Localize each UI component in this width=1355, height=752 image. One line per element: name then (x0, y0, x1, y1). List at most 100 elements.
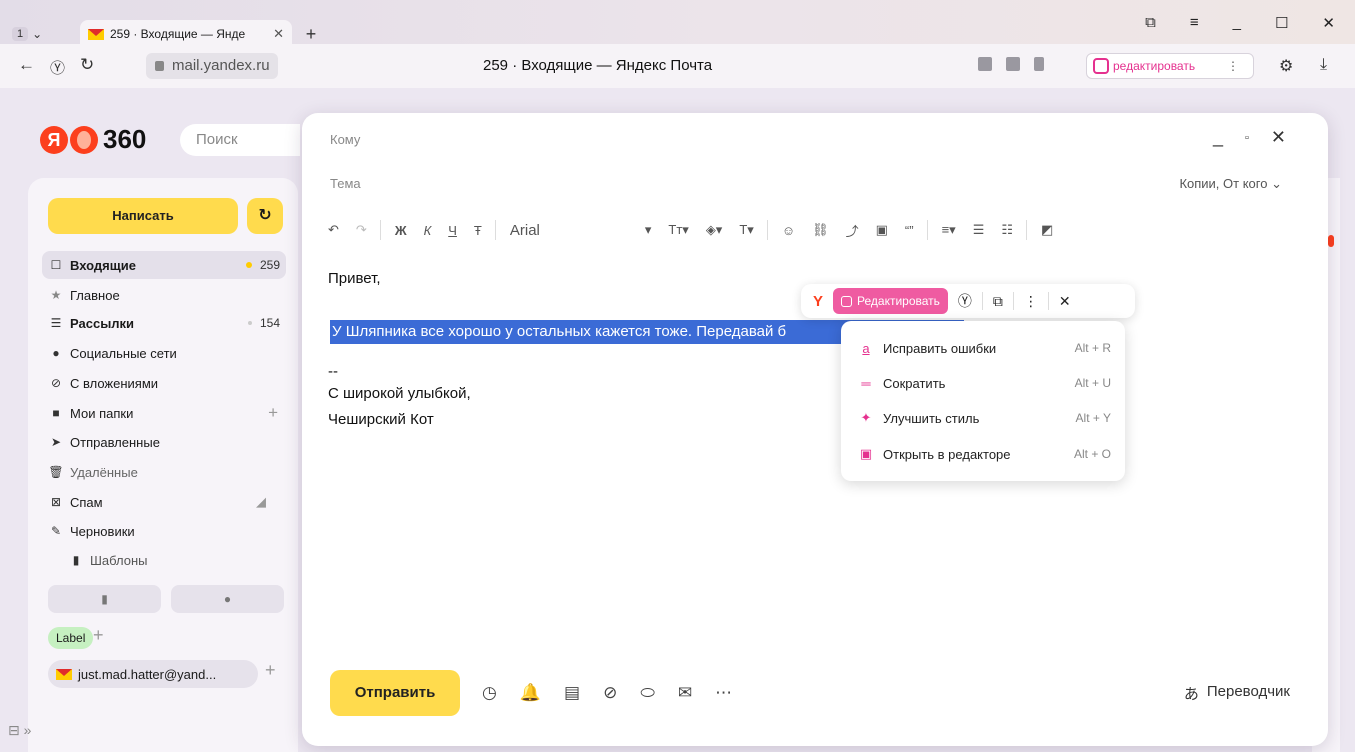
signature-dashes: -- (328, 363, 338, 380)
new-tab-button[interactable]: + (301, 25, 321, 45)
subject-field[interactable]: Тема (330, 176, 361, 191)
strikethrough-icon[interactable]: Ŧ (474, 223, 482, 238)
add-label-icon[interactable]: + (93, 625, 104, 646)
extensions-icon[interactable]: ⚙ (1279, 56, 1293, 76)
unread-count: 154 (259, 316, 280, 330)
yandex-circle-icon[interactable]: Ⓨ (958, 291, 972, 311)
sidebar-item-sent[interactable]: ➤ Отправленные (42, 428, 286, 456)
more-icon[interactable]: ⋮ (1227, 59, 1239, 73)
clock-icon[interactable]: ◷ (482, 683, 497, 703)
more-icon[interactable]: ⋮ (1024, 293, 1038, 310)
fill-color-icon[interactable]: ◈▾ (706, 222, 723, 238)
clear-format-icon[interactable]: ◩ (1041, 222, 1053, 238)
expand-icon[interactable]: ▫ (1245, 132, 1249, 144)
account-switcher[interactable]: just.mad.hatter@yand... (48, 660, 258, 688)
to-field[interactable]: Кому (330, 132, 360, 147)
underline-icon[interactable]: Ч (448, 223, 457, 238)
unread-dot (245, 262, 252, 268)
sidebar-item-inbox[interactable]: ☐ Входящие 259 (42, 251, 286, 279)
menu-item-fix-errors[interactable]: a Исправить ошибки Alt + R (859, 337, 1111, 359)
url-field[interactable]: mail.yandex.ru (146, 53, 278, 79)
close-icon[interactable]: ✕ (1059, 293, 1071, 310)
font-size-icon[interactable]: Tт▾ (668, 222, 688, 238)
more-icon[interactable]: ⋯ (715, 683, 732, 703)
sidebar-item-drafts[interactable]: ✎ Черновики (42, 517, 286, 545)
edit-button[interactable]: Редактировать (833, 288, 948, 314)
copy-icon[interactable]: ⧉ (993, 293, 1003, 310)
bookmark-filter-button[interactable]: ▮ (48, 585, 161, 613)
sidebar-item-newsletters[interactable]: ☰ Рассылки 154 (42, 309, 286, 337)
align-icon[interactable]: ≡▾ (942, 222, 956, 238)
refresh-button[interactable]: ↻ (247, 198, 283, 234)
menu-item-open-editor[interactable]: ▣ Открыть в редакторе Alt + O (859, 443, 1111, 465)
menu-item-shorten[interactable]: ═ Сократить Alt + U (859, 372, 1111, 394)
menu-item-improve-style[interactable]: ✦ Улучшить стиль Alt + Y (859, 407, 1111, 429)
tab-counter[interactable]: 1 ⌄ (12, 23, 42, 45)
sidebar-item-attachments[interactable]: ⊘ С вложениями (42, 369, 286, 397)
clean-spam-icon[interactable]: ◢ (256, 494, 266, 510)
close-tab-icon[interactable]: ✕ (273, 26, 284, 42)
folder-icon: ■ (52, 406, 60, 420)
bell-icon[interactable]: 🔔 (520, 683, 541, 703)
add-folder-icon[interactable]: + (268, 403, 278, 423)
yandex-360-logo[interactable]: Я 360 (40, 124, 146, 155)
bookmark-icon[interactable] (1034, 57, 1044, 71)
envelope-icon[interactable]: ✉ (678, 683, 692, 703)
link-icon[interactable]: ⛓ (812, 222, 829, 238)
chat-icon[interactable] (1006, 57, 1020, 71)
italic-icon[interactable]: К (424, 223, 432, 238)
compose-button[interactable]: Написать (48, 198, 238, 234)
sidebar-item-trash[interactable]: 🗑 Удалённые (42, 458, 286, 486)
sidebar-item-social[interactable]: ● Социальные сети (42, 339, 286, 367)
add-account-icon[interactable]: + (265, 660, 276, 681)
numbered-list-icon[interactable]: ☷ (1001, 222, 1013, 238)
bold-icon[interactable]: Ж (395, 223, 407, 238)
disk-attach-icon[interactable]: ⬭ (640, 683, 655, 703)
attach-icon[interactable]: ⊘ (603, 683, 617, 703)
unread-filter-button[interactable]: ● (171, 585, 284, 613)
template-icon: ▮ (72, 553, 80, 567)
copies-toggle[interactable]: Копии, От кого ⌄ (1179, 176, 1282, 192)
sidebar-item-spam[interactable]: ⊠ Спам ◢ (42, 488, 286, 516)
sidebar-item-templates[interactable]: ▮ Шаблоны (62, 546, 286, 574)
close-icon[interactable]: ✕ (1271, 127, 1286, 148)
redo-icon[interactable]: ↷ (356, 222, 367, 238)
sidebar-item-label: Отправленные (70, 434, 160, 450)
translator-button[interactable]: あ Переводчик (1184, 683, 1290, 704)
bookmark-panel-icon[interactable]: ⧉ (1145, 14, 1156, 32)
edit-extension-button[interactable]: редактировать ⋮ (1086, 53, 1254, 79)
sidebar-item-main[interactable]: ★ Главное (42, 281, 286, 309)
maximize-icon[interactable]: ☐ (1275, 14, 1288, 32)
yandex-icon[interactable]: Ⓨ (50, 57, 65, 78)
menu-icon[interactable]: ≡ (1190, 14, 1199, 32)
close-window-icon[interactable]: ✕ (1322, 14, 1335, 32)
minimize-icon[interactable]: _ (1233, 14, 1241, 32)
bullet-list-icon[interactable]: ☰ (973, 222, 985, 238)
chevron-down-icon: ⌄ (1271, 176, 1282, 191)
sidebar-item-my-folders[interactable]: ■ Мои папки + (42, 399, 286, 427)
chevron-down-icon[interactable]: ▾ (645, 222, 652, 238)
sidebar-item-label: Рассылки (70, 315, 135, 331)
quote-icon[interactable]: “” (905, 223, 914, 238)
search-input[interactable]: Поиск (180, 124, 300, 156)
reload-icon[interactable]: ↻ (80, 55, 94, 75)
back-icon[interactable]: ← (18, 55, 35, 75)
unlink-icon[interactable]: ⤴ (846, 221, 859, 240)
emoji-icon[interactable]: ☺ (782, 223, 795, 238)
edit-icon (1093, 58, 1109, 74)
yandex-y-icon[interactable]: Y (813, 293, 823, 310)
collapse-sidebar-icon[interactable]: ⊟ » (8, 722, 50, 746)
edit-icon (841, 295, 853, 307)
label-chip[interactable]: Label (48, 627, 94, 649)
mail-small-icon[interactable] (978, 57, 992, 71)
font-select[interactable]: Arial (510, 222, 628, 239)
download-icon[interactable]: ⤓ (1320, 56, 1327, 74)
undo-icon[interactable]: ↶ (328, 222, 339, 238)
text-color-icon[interactable]: T▾ (739, 222, 753, 238)
minimize-icon[interactable]: _ (1213, 127, 1223, 148)
send-button[interactable]: Отправить (330, 670, 460, 716)
image-icon[interactable]: ▣ (876, 222, 888, 238)
template-doc-icon[interactable]: ▤ (564, 683, 580, 703)
sidebar-item-label: Черновики (70, 523, 135, 539)
shorten-icon: ═ (861, 375, 871, 391)
